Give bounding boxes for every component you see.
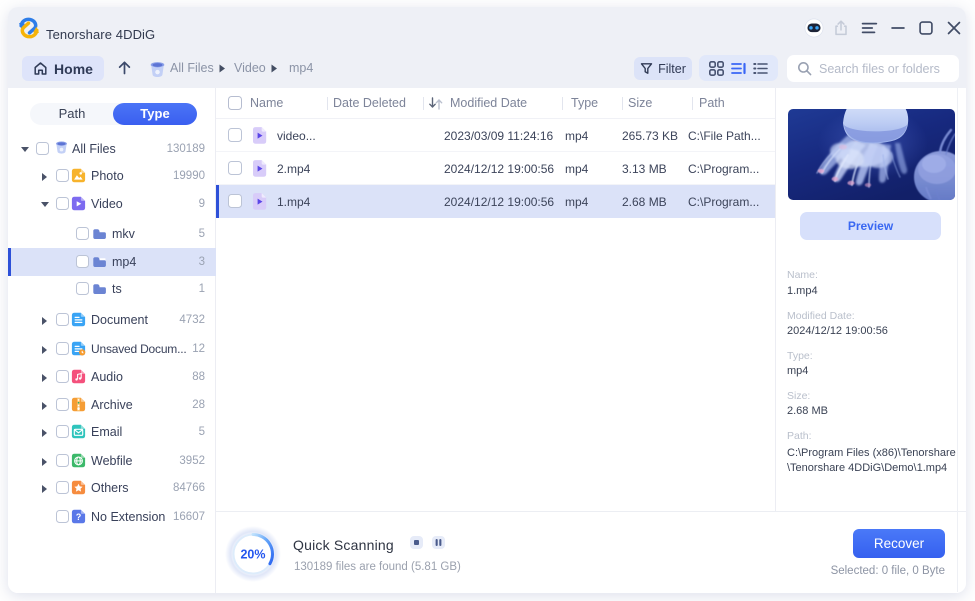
svg-text:20%: 20% (240, 548, 265, 562)
svg-text:?: ? (76, 512, 81, 522)
